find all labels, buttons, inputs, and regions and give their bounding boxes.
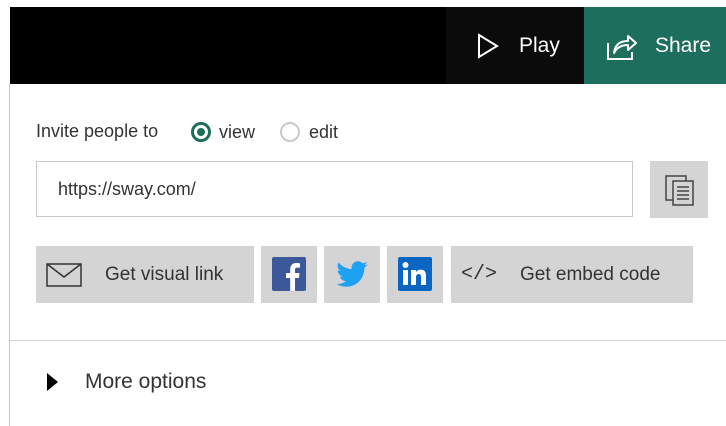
facebook-icon <box>272 257 306 291</box>
facebook-share-button[interactable] <box>261 246 317 303</box>
play-label: Play <box>519 34 560 57</box>
more-options-toggle[interactable]: More options <box>40 362 340 402</box>
get-embed-code-button[interactable]: </> Get embed code <box>451 246 693 303</box>
share-icon <box>606 31 638 61</box>
twitter-share-button[interactable] <box>324 246 380 303</box>
get-embed-code-label: Get embed code <box>520 264 661 285</box>
twitter-icon <box>336 261 368 287</box>
divider <box>10 340 726 341</box>
invite-label: Invite people to <box>36 121 159 141</box>
copy-button[interactable] <box>650 161 708 218</box>
more-options-label: More options <box>85 370 207 393</box>
code-icon: </> <box>461 263 498 286</box>
play-icon <box>476 33 500 59</box>
view-radio[interactable] <box>191 122 211 142</box>
view-radio-label[interactable]: view <box>219 122 255 143</box>
get-visual-link-label: Get visual link <box>105 264 224 285</box>
copy-icon <box>665 175 694 206</box>
linkedin-share-button[interactable] <box>387 246 443 303</box>
play-button[interactable]: Play <box>446 7 584 84</box>
share-url-input[interactable] <box>36 161 633 217</box>
share-label: Share <box>655 34 712 57</box>
edit-radio-label[interactable]: edit <box>309 122 338 143</box>
get-visual-link-button[interactable]: Get visual link <box>36 246 254 303</box>
linkedin-icon <box>398 257 432 291</box>
envelope-icon <box>46 263 82 292</box>
edit-radio[interactable] <box>280 122 300 142</box>
share-button[interactable]: Share <box>584 7 726 84</box>
expand-triangle-icon <box>47 373 58 391</box>
